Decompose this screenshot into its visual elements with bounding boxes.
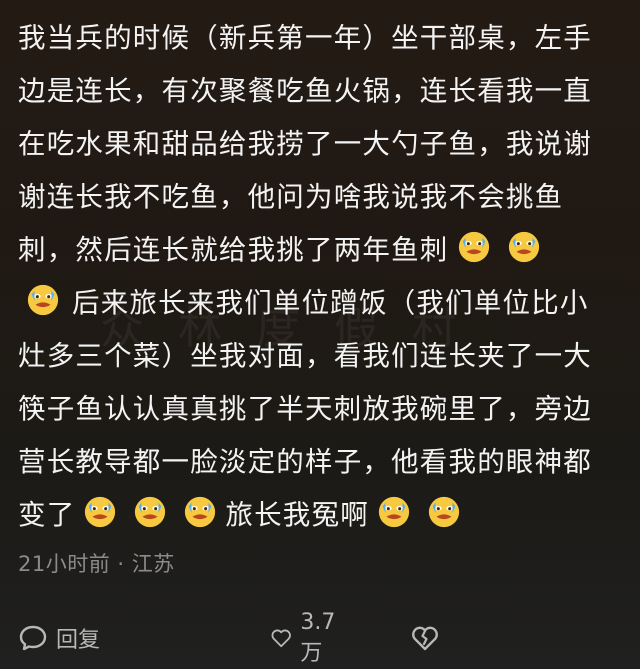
reply-label: 回复 (56, 628, 101, 653)
comment-line: 在吃水果和甜品给我捞了一大勺子鱼，我说谢 (18, 128, 592, 160)
comment-line: 灶多三个菜）坐我对面，看我们连长夹了一大 (18, 340, 592, 372)
crying-laughing-face-icon (85, 496, 116, 528)
comment-text: 我当兵的时候（新兵第一年）坐干部桌，左手 边是连长，有次聚餐吃鱼火锅，连长看我一… (18, 12, 626, 542)
crying-laughing-face-icon (27, 284, 59, 316)
speech-bubble-icon (19, 625, 47, 651)
crying-laughing-face-icon (378, 496, 410, 528)
comment-line: 旅长我冤啊 (225, 499, 369, 531)
crying-laughing-face-icon (185, 496, 216, 528)
comment-line: 营长教导都一脸淡定的样子，他看我的眼神都 (18, 446, 592, 478)
crying-laughing-face-icon (458, 231, 489, 263)
comment-line: 边是连长，有次聚餐吃鱼火锅，连长看我一直 (18, 75, 592, 107)
like-count: 3.7万 (300, 609, 336, 666)
heart-icon (271, 629, 291, 648)
comment-line: 筷子鱼认认真真挑了半天刺放我碗里了，旁边 (18, 393, 592, 425)
comment-line-with-emoji: 刺，然后连长就给我挑了两年鱼刺 (18, 224, 626, 277)
comment-line-with-emoji: 后来旅长来我们单位蹭饭（我们单位比小 (18, 277, 626, 330)
like-button[interactable]: 3.7万 (270, 610, 343, 667)
comment-line: 谢连长我不吃鱼，他问为啥我说我不会挑鱼 (18, 181, 564, 213)
comment-line: 后来旅长来我们单位蹭饭（我们单位比小 (72, 287, 589, 319)
comment-body: 我当兵的时候（新兵第一年）坐干部桌，左手 边是连长，有次聚餐吃鱼火锅，连长看我一… (18, 12, 626, 542)
comment-line: 我当兵的时候（新兵第一年）坐干部桌，左手 (18, 22, 592, 54)
crying-laughing-face-icon (508, 231, 539, 263)
crying-laughing-face-icon (428, 496, 460, 528)
comment-line: 变了 (18, 499, 76, 531)
comment-line-with-emoji: 变了 旅长我冤啊 (18, 489, 626, 542)
comment-meta: 21小时前 · 江苏 (18, 552, 175, 576)
comment-actions: 回复 3.7万 (18, 610, 438, 666)
broken-heart-icon (412, 626, 438, 651)
reply-button[interactable]: 回复 (18, 622, 100, 654)
comment-line: 刺，然后连长就给我挑了两年鱼刺 (18, 234, 449, 266)
crying-laughing-face-icon (135, 496, 166, 528)
dislike-button[interactable] (410, 623, 440, 653)
